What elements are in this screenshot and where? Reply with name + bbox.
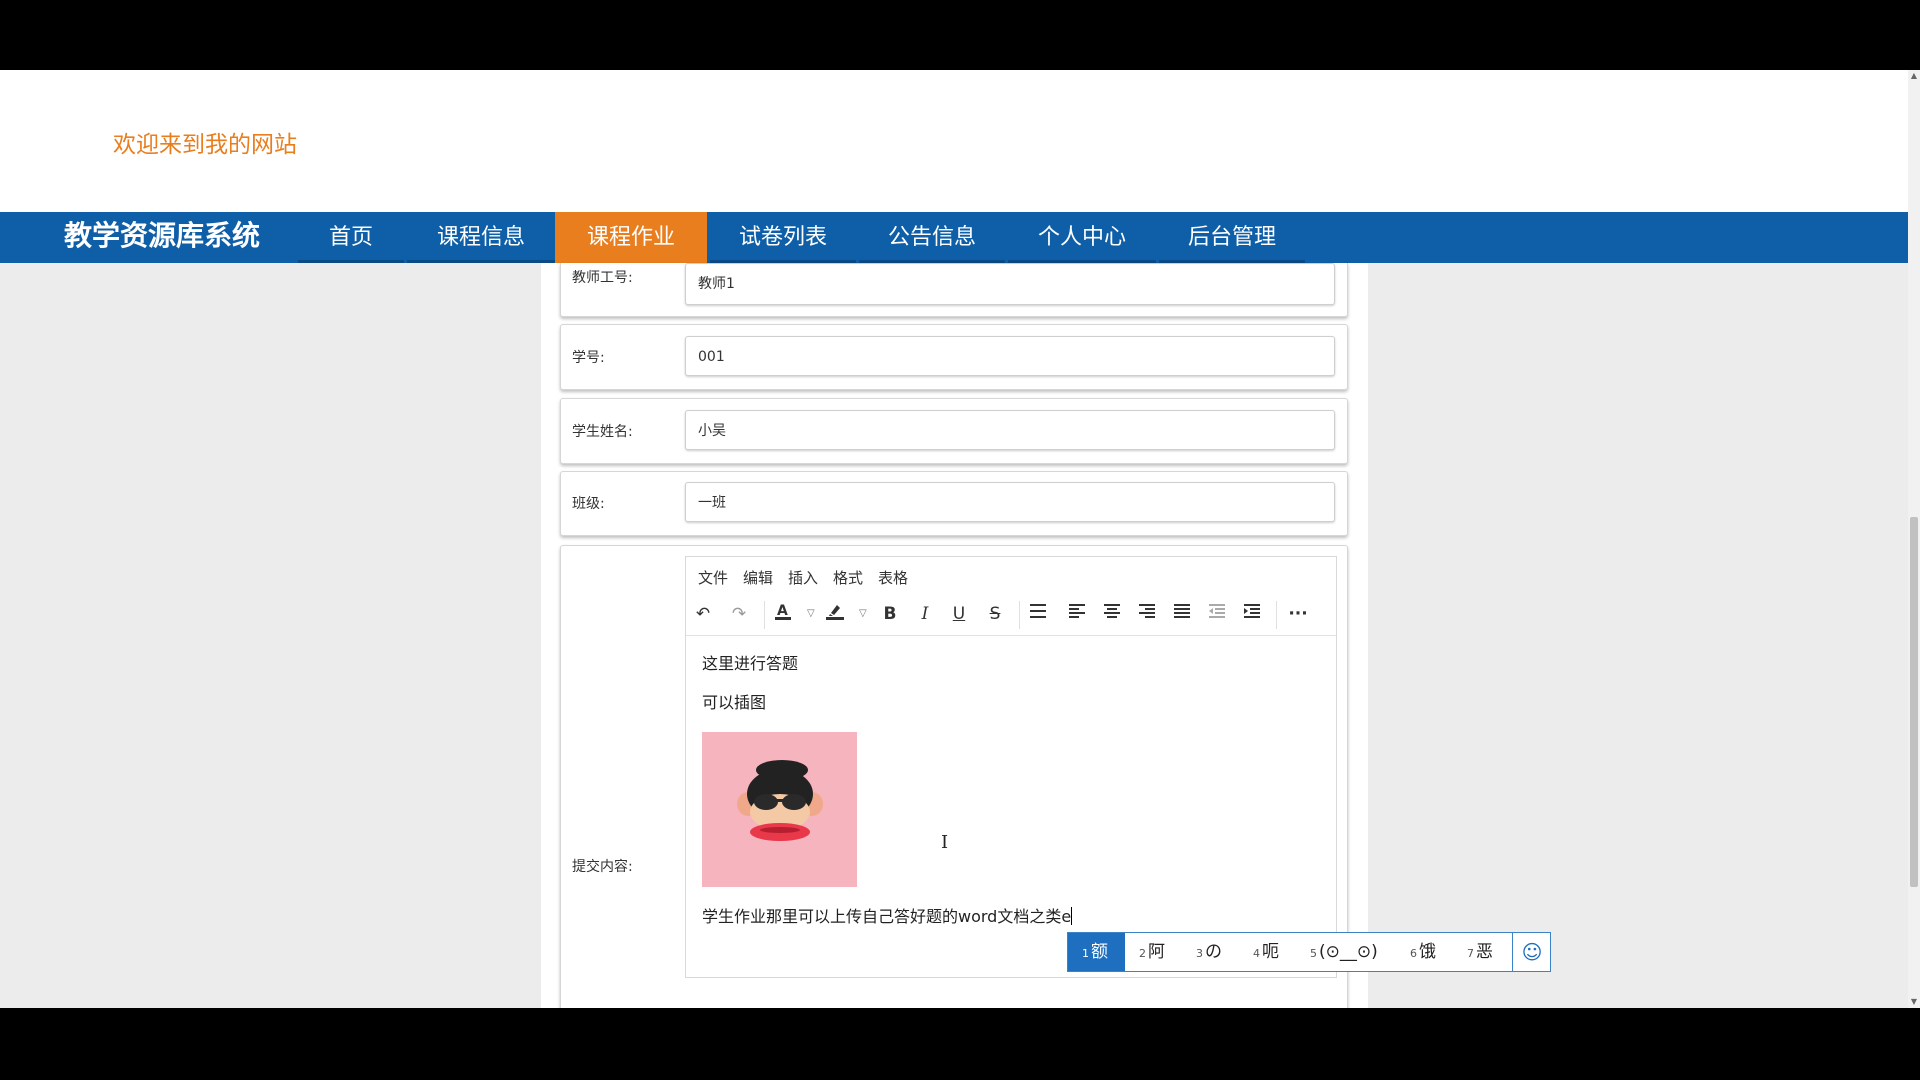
svg-text:A: A [777, 603, 788, 619]
site-brand: 教学资源库系统 [64, 219, 261, 252]
rich-text-editor: 文件 编辑 插入 格式 表格 ↶ ↷ A ▽ ▽ B I U S ··· 这里进… [685, 556, 1337, 978]
class-row: 班级: 一班 [560, 471, 1348, 536]
font-color-dropdown-icon[interactable]: ▽ [807, 601, 817, 627]
nav-course-info[interactable]: 课程信息 [407, 212, 555, 263]
nav-personal-center[interactable]: 个人中心 [1008, 212, 1156, 263]
bold-icon[interactable]: B [877, 601, 903, 627]
typing-line-text: 学生作业那里可以上传自己答好题的word文档之类e [702, 907, 1072, 926]
toolbar-divider [1019, 601, 1020, 629]
nav-personal-center-label: 个人中心 [1037, 225, 1126, 250]
letterbox-top [0, 0, 1920, 70]
nav-course-info-label: 课程信息 [436, 225, 525, 250]
ime-candidate[interactable]: 5 (⊙__⊙) [1310, 933, 1378, 971]
teacher-id-row: 教师工号: 教师1 [560, 263, 1348, 317]
editor-menubar: 文件 编辑 插入 格式 表格 [686, 557, 1336, 593]
ibeam-cursor-icon: I [941, 832, 949, 853]
inserted-image [702, 732, 857, 887]
nav-course-homework[interactable]: 课程作业 [555, 212, 707, 263]
strikethrough-icon[interactable]: S [982, 601, 1008, 627]
ime-candidate-number: 6 [1410, 947, 1417, 960]
nav-course-homework-label: 课程作业 [586, 225, 675, 250]
menu-format[interactable]: 格式 [833, 567, 863, 588]
scroll-down-icon[interactable]: ▼ [1908, 996, 1920, 1008]
menu-edit[interactable]: 编辑 [743, 567, 773, 588]
ime-candidate[interactable]: 7恶 [1467, 933, 1493, 971]
ime-candidate-number: 5 [1310, 947, 1317, 960]
ime-candidate-text: 额 [1091, 942, 1108, 962]
nav-home-label: 首页 [328, 225, 373, 250]
ime-candidate[interactable]: 2阿 [1139, 933, 1165, 971]
ime-candidate[interactable]: 1额 [1068, 933, 1125, 971]
smiley-icon[interactable]: ☺ [1512, 933, 1551, 971]
ime-candidate-number: 4 [1253, 947, 1260, 960]
content-paragraph: 这里进行答题 [702, 654, 799, 673]
menu-table[interactable]: 表格 [878, 567, 908, 588]
class-label: 班级: [572, 496, 605, 512]
ime-candidate-text: (⊙__⊙) [1319, 942, 1378, 962]
ime-candidate-number: 3 [1196, 947, 1203, 960]
redo-icon[interactable]: ↷ [726, 601, 752, 627]
undo-icon[interactable]: ↶ [690, 601, 716, 627]
align-justify-icon[interactable] [1169, 601, 1195, 627]
ime-candidate-number: 2 [1139, 947, 1146, 960]
nav-exam-list-label: 试卷列表 [738, 225, 827, 250]
outdent-icon[interactable] [1204, 601, 1230, 627]
class-field[interactable]: 一班 [685, 482, 1335, 522]
toolbar-divider [764, 601, 765, 629]
align-left-icon[interactable] [1064, 601, 1090, 627]
ime-candidate-text: 呃 [1262, 942, 1279, 962]
ime-candidate-bar: 1额 2阿 3の 4呃 5 (⊙__⊙) 6饿 7恶 ☺ [1067, 932, 1551, 972]
ime-candidate-text: 阿 [1148, 942, 1165, 962]
nav-exam-list[interactable]: 试卷列表 [710, 212, 856, 263]
ime-candidate[interactable]: 3の [1196, 933, 1222, 971]
editor-toolbar: ↶ ↷ A ▽ ▽ B I U S ··· [686, 593, 1336, 636]
list-icon[interactable] [1025, 601, 1051, 627]
scrollbar-thumb[interactable] [1910, 517, 1918, 887]
student-id-label: 学号: [572, 350, 605, 366]
site-header: 欢迎来到我的网站 [0, 70, 1908, 212]
welcome-text: 欢迎来到我的网站 [113, 132, 297, 158]
ime-candidate-text: 恶 [1476, 942, 1493, 962]
student-id-row: 学号: 001 [560, 324, 1348, 390]
content-paragraph: 可以插图 [702, 693, 767, 712]
scroll-up-icon[interactable]: ▲ [1908, 70, 1920, 82]
highlight-color-icon[interactable] [822, 601, 848, 627]
highlight-dropdown-icon[interactable]: ▽ [859, 601, 869, 627]
content-typing-line: 学生作业那里可以上传自己答好题的word文档之类e [702, 903, 1073, 927]
student-id-field[interactable]: 001 [685, 336, 1335, 376]
text-caret [1071, 907, 1073, 925]
menu-file[interactable]: 文件 [698, 567, 728, 588]
ime-candidate-text: の [1205, 942, 1222, 962]
ime-candidate[interactable]: 4呃 [1253, 933, 1279, 971]
browser-viewport: 欢迎来到我的网站 教学资源库系统 首页 课程信息 课程作业 试卷列表 公告信息 … [0, 70, 1920, 1008]
submit-content-label: 提交内容: [572, 859, 633, 875]
more-icon[interactable]: ··· [1285, 601, 1311, 627]
letterbox-bottom [0, 1008, 1920, 1080]
font-color-icon[interactable]: A [770, 601, 796, 627]
nav-announcements[interactable]: 公告信息 [859, 212, 1005, 263]
student-name-row: 学生姓名: 小吴 [560, 398, 1348, 464]
toolbar-divider [1276, 601, 1277, 629]
ime-candidate-text: 饿 [1419, 942, 1436, 962]
underline-icon[interactable]: U [946, 601, 972, 627]
student-name-label: 学生姓名: [572, 424, 633, 440]
align-right-icon[interactable] [1134, 601, 1160, 627]
indent-icon[interactable] [1239, 601, 1265, 627]
ime-candidate[interactable]: 6饿 [1410, 933, 1436, 971]
teacher-id-field[interactable]: 教师1 [685, 263, 1335, 305]
main-navbar: 教学资源库系统 首页 课程信息 课程作业 试卷列表 公告信息 个人中心 后台管理 [0, 212, 1908, 263]
menu-insert[interactable]: 插入 [788, 567, 818, 588]
teacher-id-label: 教师工号: [572, 270, 633, 286]
student-name-field[interactable]: 小吴 [685, 410, 1335, 450]
nav-admin-label: 后台管理 [1187, 225, 1276, 250]
ime-candidate-number: 1 [1082, 947, 1089, 960]
ime-candidate-number: 7 [1467, 947, 1474, 960]
nav-admin[interactable]: 后台管理 [1159, 212, 1305, 263]
nav-announcements-label: 公告信息 [887, 225, 976, 250]
page-scrollbar[interactable]: ▲ ▼ [1908, 70, 1920, 1008]
monkey-icon [737, 760, 823, 841]
italic-icon[interactable]: I [912, 601, 938, 627]
align-center-icon[interactable] [1099, 601, 1125, 627]
nav-home[interactable]: 首页 [298, 212, 404, 263]
